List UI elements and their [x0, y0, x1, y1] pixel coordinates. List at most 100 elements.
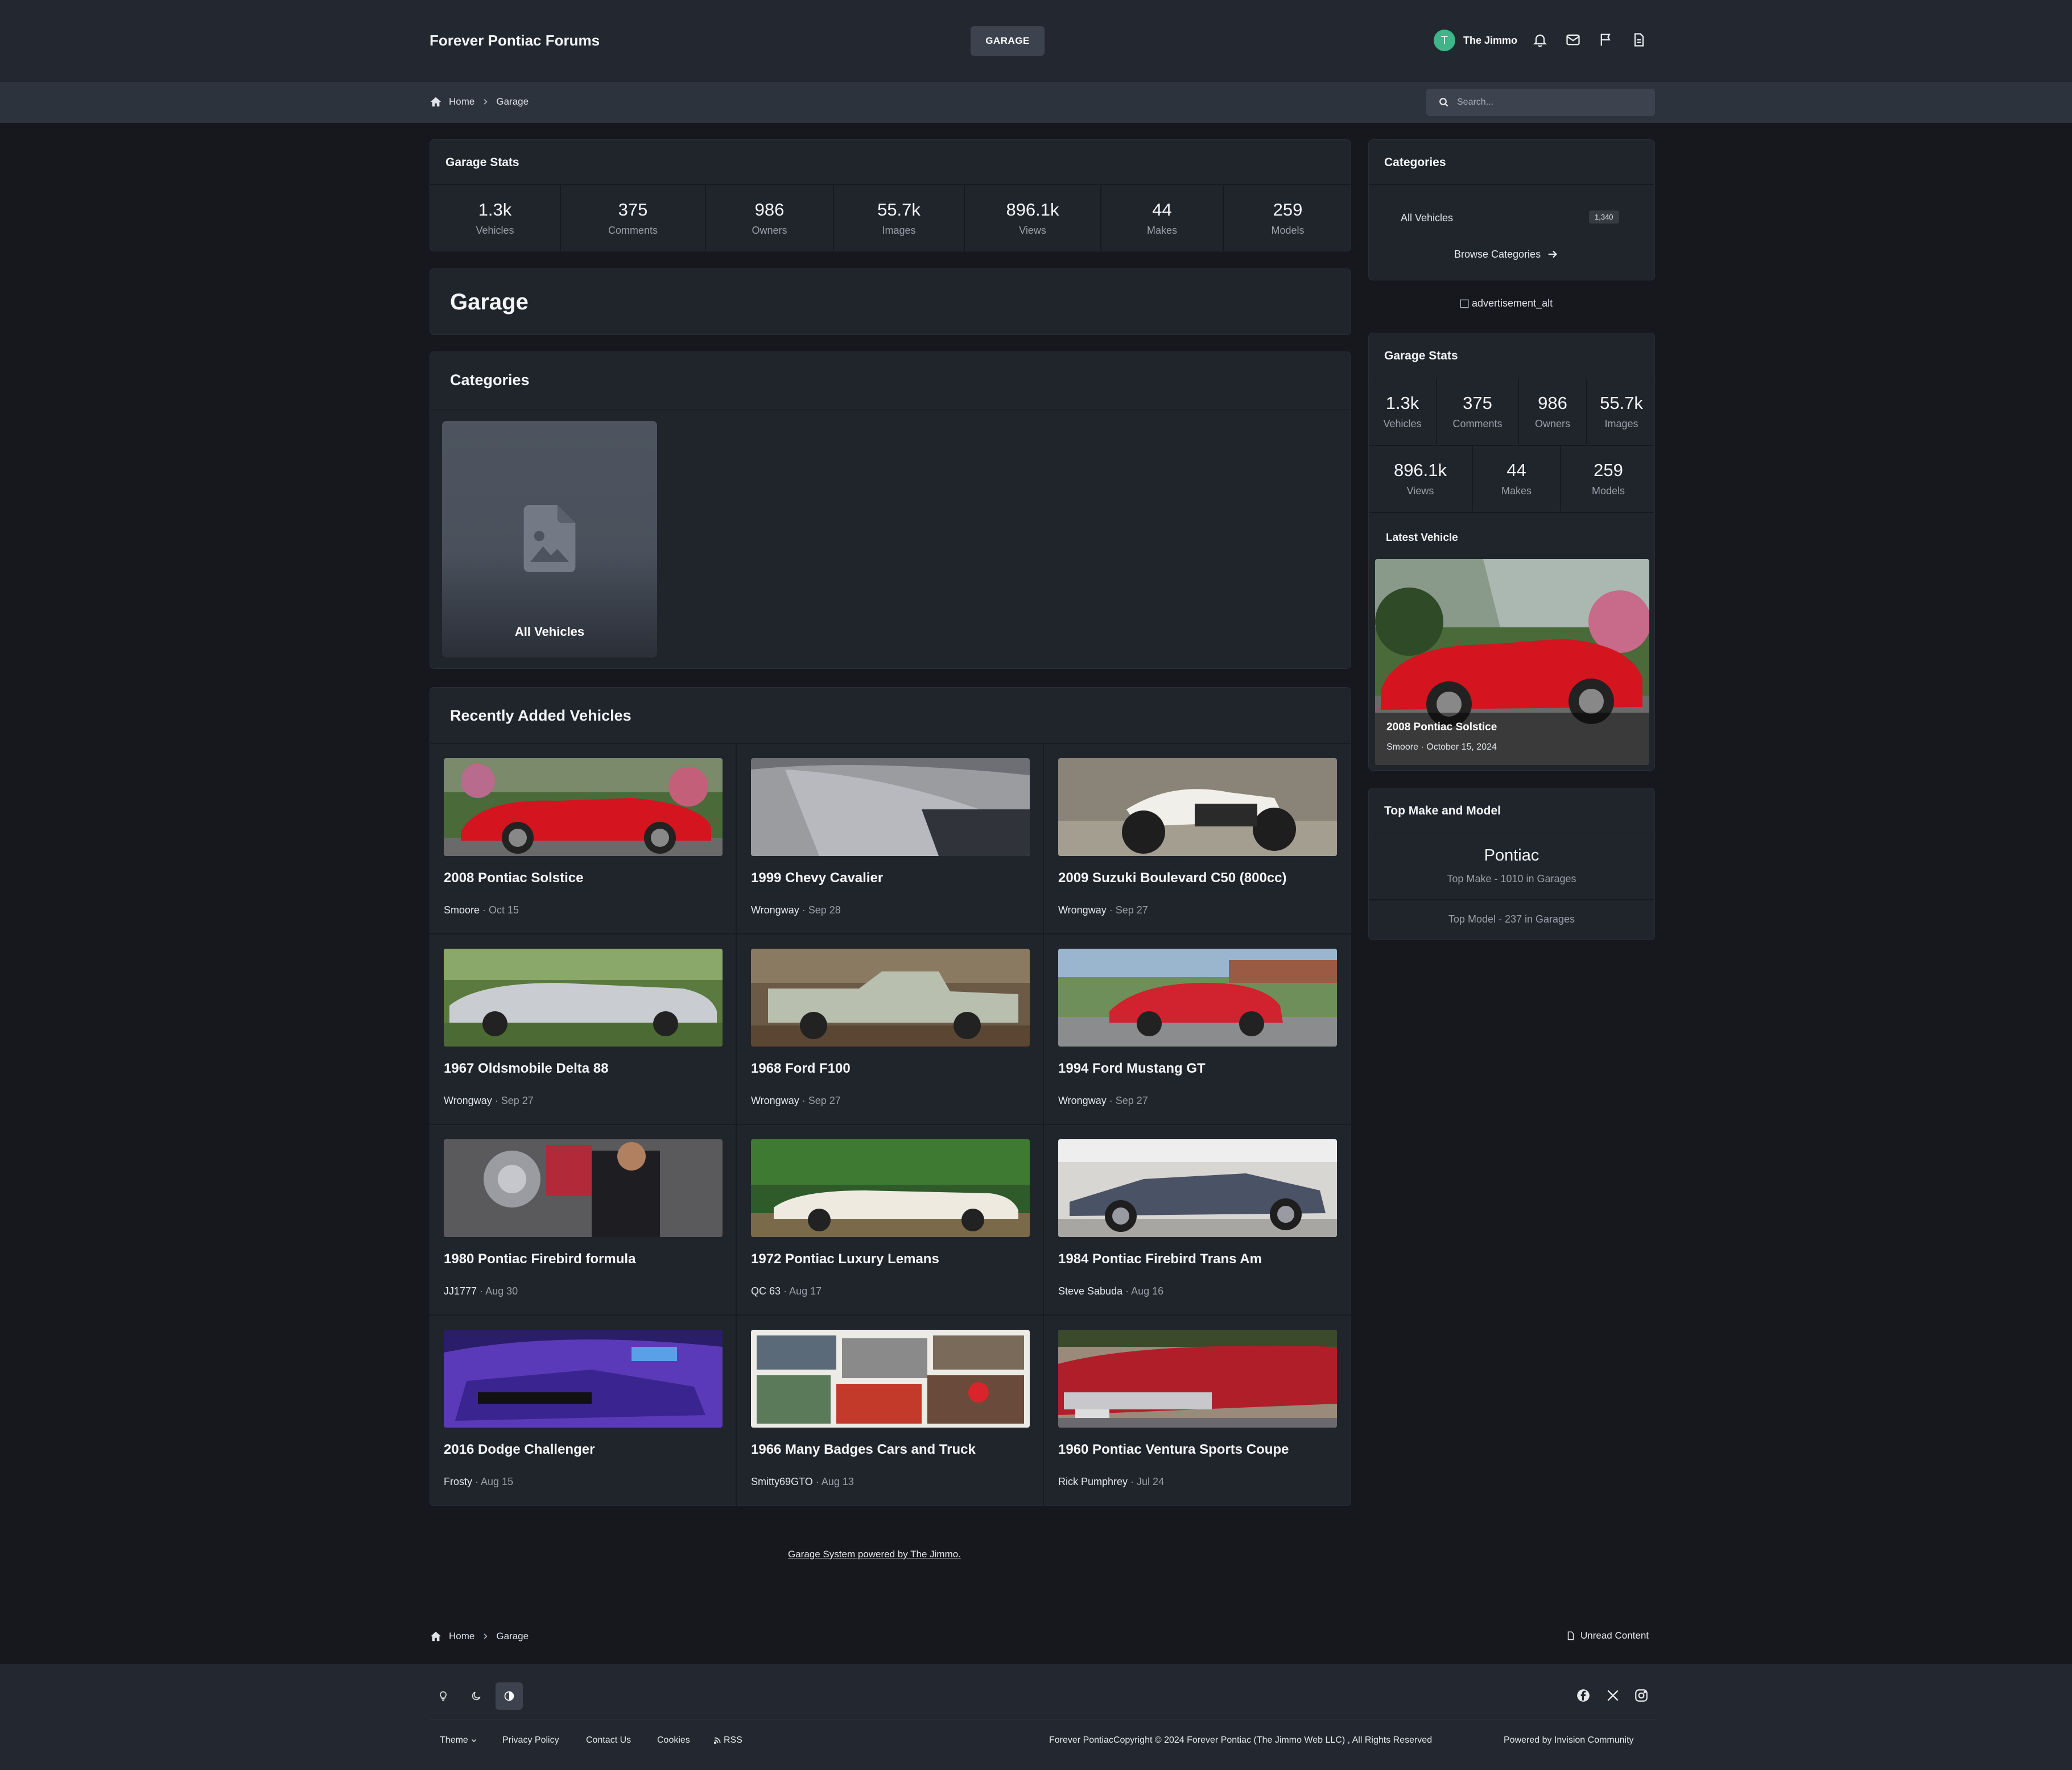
dark-mode-button[interactable]: [463, 1682, 490, 1710]
vehicle-card[interactable]: 1960 Pontiac Ventura Sports Coupe Rick Pu…: [1044, 1316, 1351, 1506]
top-make-name: Pontiac: [1484, 846, 1539, 865]
category-card-all-vehicles[interactable]: All Vehicles: [442, 421, 657, 657]
avatar[interactable]: T: [1434, 30, 1455, 51]
bottom-breadcrumb-current[interactable]: Garage: [496, 1631, 529, 1642]
vehicle-owner[interactable]: Frosty: [444, 1476, 472, 1487]
vehicle-owner[interactable]: Wrongway: [751, 1095, 799, 1106]
rss-link[interactable]: RSS: [713, 1735, 742, 1746]
vehicle-card[interactable]: 2008 Pontiac Solstice Smoore · Oct 15: [430, 744, 737, 934]
vehicle-title[interactable]: 1960 Pontiac Ventura Sports Coupe: [1058, 1442, 1289, 1458]
vehicle-owner[interactable]: Smitty69GTO: [751, 1476, 813, 1487]
light-mode-button[interactable]: [430, 1682, 457, 1710]
vehicle-thumbnail[interactable]: [751, 949, 1030, 1047]
instagram-icon[interactable]: [1634, 1688, 1649, 1703]
vehicle-owner[interactable]: QC 63: [751, 1285, 781, 1297]
broken-image-icon: [1460, 299, 1469, 308]
rss-icon: [713, 1737, 721, 1744]
vehicle-thumbnail[interactable]: [444, 758, 723, 856]
top-model-line: Top Model - 237 in Garages: [1448, 913, 1575, 925]
vehicle-thumbnail[interactable]: [751, 1330, 1030, 1428]
vehicle-thumbnail[interactable]: [751, 1139, 1030, 1237]
vehicle-title[interactable]: 1966 Many Badges Cars and Truck: [751, 1442, 976, 1458]
latest-vehicle-card[interactable]: 2008 Pontiac Solstice Smoore · October 1…: [1375, 559, 1649, 765]
bottom-breadcrumb-home[interactable]: Home: [449, 1631, 474, 1642]
vehicle-meta: Smoore · Oct 15: [444, 904, 519, 916]
image-placeholder-icon: [523, 505, 576, 572]
sidebar-stat-models: 259 Models: [1591, 460, 1625, 497]
vehicle-title[interactable]: 1994 Ford Mustang GT: [1058, 1061, 1206, 1077]
meta-separator: ·: [1128, 1476, 1137, 1487]
vehicle-card[interactable]: 2009 Suzuki Boulevard C50 (800cc) Wrongwa…: [1044, 744, 1351, 934]
vehicle-card[interactable]: 2016 Dodge Challenger Frosty · Aug 15: [430, 1316, 737, 1506]
vehicle-date: Aug 17: [789, 1285, 822, 1297]
sidebar-all-vehicles[interactable]: All Vehicles: [1401, 212, 1453, 224]
vehicle-title[interactable]: 1980 Pontiac Firebird formula: [444, 1251, 635, 1267]
vehicle-title[interactable]: 1999 Chevy Cavalier: [751, 870, 883, 886]
latest-vehicle-meta: Smoore · October 15, 2024: [1386, 742, 1497, 752]
sidebar-stat-owners: 986 Owners: [1519, 379, 1587, 444]
contact-us-link[interactable]: Contact Us: [586, 1735, 631, 1746]
vehicle-thumbnail[interactable]: [1058, 1330, 1337, 1428]
bell-icon[interactable]: [1532, 32, 1548, 48]
vehicle-card[interactable]: 1999 Chevy Cavalier Wrongway · Sep 28: [737, 744, 1044, 934]
vehicle-title[interactable]: 2016 Dodge Challenger: [444, 1442, 595, 1458]
username[interactable]: The Jimmo: [1463, 35, 1517, 47]
document-icon[interactable]: [1631, 32, 1647, 48]
vehicle-owner[interactable]: Wrongway: [1058, 904, 1107, 916]
powered-link[interactable]: Garage System powered by The Jimmo.: [788, 1549, 961, 1560]
footer: [0, 1664, 2072, 1770]
breadcrumb-home[interactable]: Home: [449, 96, 474, 107]
vehicle-owner[interactable]: Wrongway: [444, 1095, 492, 1106]
vehicle-card[interactable]: 1967 Oldsmobile Delta 88 Wrongway · Sep 2…: [430, 934, 737, 1125]
vehicle-thumbnail[interactable]: [444, 1330, 723, 1428]
vehicle-title[interactable]: 2008 Pontiac Solstice: [444, 870, 583, 886]
site-title[interactable]: Forever Pontiac Forums: [430, 32, 600, 49]
cookies-link[interactable]: Cookies: [657, 1735, 690, 1746]
system-mode-button[interactable]: [496, 1682, 523, 1710]
powered-by-invision-link[interactable]: Powered by Invision Community: [1504, 1735, 1634, 1746]
unread-content-link[interactable]: Unread Content: [1566, 1630, 1649, 1641]
vehicle-owner[interactable]: Wrongway: [751, 904, 799, 916]
vehicle-card[interactable]: 1968 Ford F100 Wrongway · Sep 27: [737, 934, 1044, 1125]
home-icon: [430, 1631, 441, 1641]
x-icon[interactable]: [1605, 1688, 1620, 1703]
search-icon: [1439, 98, 1448, 107]
vehicle-date: Sep 27: [1115, 904, 1148, 916]
vehicle-thumbnail[interactable]: [1058, 758, 1337, 856]
vehicle-owner[interactable]: Steve Sabuda: [1058, 1285, 1122, 1297]
vehicle-card[interactable]: 1984 Pontiac Firebird Trans Am Steve Sabu…: [1044, 1125, 1351, 1316]
vehicle-title[interactable]: 1967 Oldsmobile Delta 88: [444, 1061, 608, 1077]
vehicle-thumbnail[interactable]: [1058, 1139, 1337, 1237]
vehicle-owner[interactable]: Rick Pumphrey: [1058, 1476, 1128, 1487]
vehicle-card[interactable]: 1994 Ford Mustang GT Wrongway · Sep 27: [1044, 934, 1351, 1125]
vehicle-title[interactable]: 1972 Pontiac Luxury Lemans: [751, 1251, 939, 1267]
vehicle-owner[interactable]: JJ1777: [444, 1285, 477, 1297]
vehicle-thumbnail[interactable]: [444, 949, 723, 1047]
vehicle-owner[interactable]: Smoore: [444, 904, 480, 916]
breadcrumb-current[interactable]: Garage: [496, 96, 529, 107]
mail-icon[interactable]: [1565, 32, 1581, 48]
flag-icon[interactable]: [1598, 32, 1614, 48]
vehicle-owner[interactable]: Wrongway: [1058, 1095, 1107, 1106]
vehicle-thumbnail[interactable]: [751, 758, 1030, 856]
browse-categories-link[interactable]: Browse Categories: [1454, 248, 1559, 260]
search-placeholder: Search...: [1457, 97, 1494, 107]
advertisement-image[interactable]: advertisement_alt: [1459, 297, 1553, 309]
facebook-icon[interactable]: [1576, 1688, 1591, 1703]
vehicle-thumbnail[interactable]: [1058, 949, 1337, 1047]
vehicle-title[interactable]: 1984 Pontiac Firebird Trans Am: [1058, 1251, 1262, 1267]
vehicle-title[interactable]: 1968 Ford F100: [751, 1061, 851, 1077]
vehicle-card[interactable]: 1972 Pontiac Luxury Lemans QC 63 · Aug 17: [737, 1125, 1044, 1316]
garage-nav-button[interactable]: GARAGE: [971, 26, 1045, 56]
theme-menu[interactable]: Theme: [440, 1735, 477, 1746]
privacy-policy-link[interactable]: Privacy Policy: [502, 1735, 559, 1746]
vehicle-thumbnail[interactable]: [444, 1139, 723, 1237]
search-input[interactable]: Search...: [1426, 89, 1655, 116]
sidebar-stat-views: 896.1k Views: [1369, 446, 1473, 511]
vehicle-card[interactable]: 1980 Pontiac Firebird formula JJ1777 · Au…: [430, 1125, 737, 1316]
chevron-right-icon: [484, 99, 488, 105]
sidebar-stats-row-1: 1.3k Vehicles 375 Comments 986 Owners 55.7k…: [1369, 379, 1656, 444]
vehicle-card[interactable]: 1966 Many Badges Cars and Truck Smitty69G…: [737, 1316, 1044, 1506]
vehicle-title[interactable]: 2009 Suzuki Boulevard C50 (800cc): [1058, 870, 1287, 886]
user-menu[interactable]: T The Jimmo: [1434, 30, 1517, 51]
